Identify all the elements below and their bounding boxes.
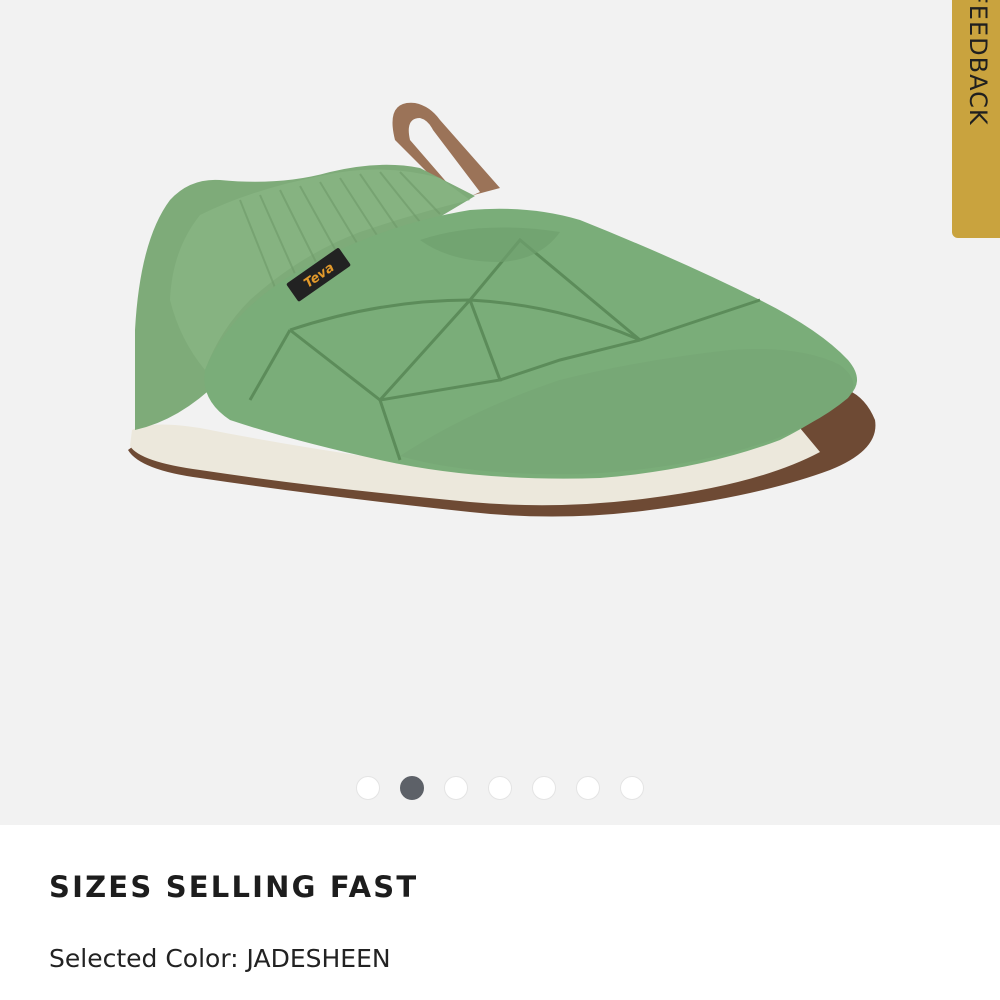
carousel-dot-2[interactable] <box>400 776 424 800</box>
carousel-dots <box>0 776 1000 800</box>
carousel-dot-5[interactable] <box>532 776 556 800</box>
selected-color-value: JADESHEEN <box>246 944 391 973</box>
product-page: Teva FEEDBACK SIZES SELLING FAST Selecte… <box>0 0 1000 1000</box>
carousel-dot-1[interactable] <box>356 776 380 800</box>
selected-color-text: Selected Color: JADESHEEN <box>49 944 391 973</box>
carousel-dot-4[interactable] <box>488 776 512 800</box>
carousel-dot-7[interactable] <box>620 776 644 800</box>
product-info: SIZES SELLING FAST Selected Color: JADES… <box>49 870 960 973</box>
carousel-dot-6[interactable] <box>576 776 600 800</box>
carousel-dot-3[interactable] <box>444 776 468 800</box>
urgency-heading: SIZES SELLING FAST <box>49 870 419 904</box>
feedback-tab[interactable]: FEEDBACK <box>952 0 1000 238</box>
product-image: Teva <box>128 102 876 517</box>
feedback-label: FEEDBACK <box>964 0 992 126</box>
product-gallery[interactable]: Teva <box>0 0 1000 825</box>
selected-color-label: Selected Color: <box>49 944 239 973</box>
